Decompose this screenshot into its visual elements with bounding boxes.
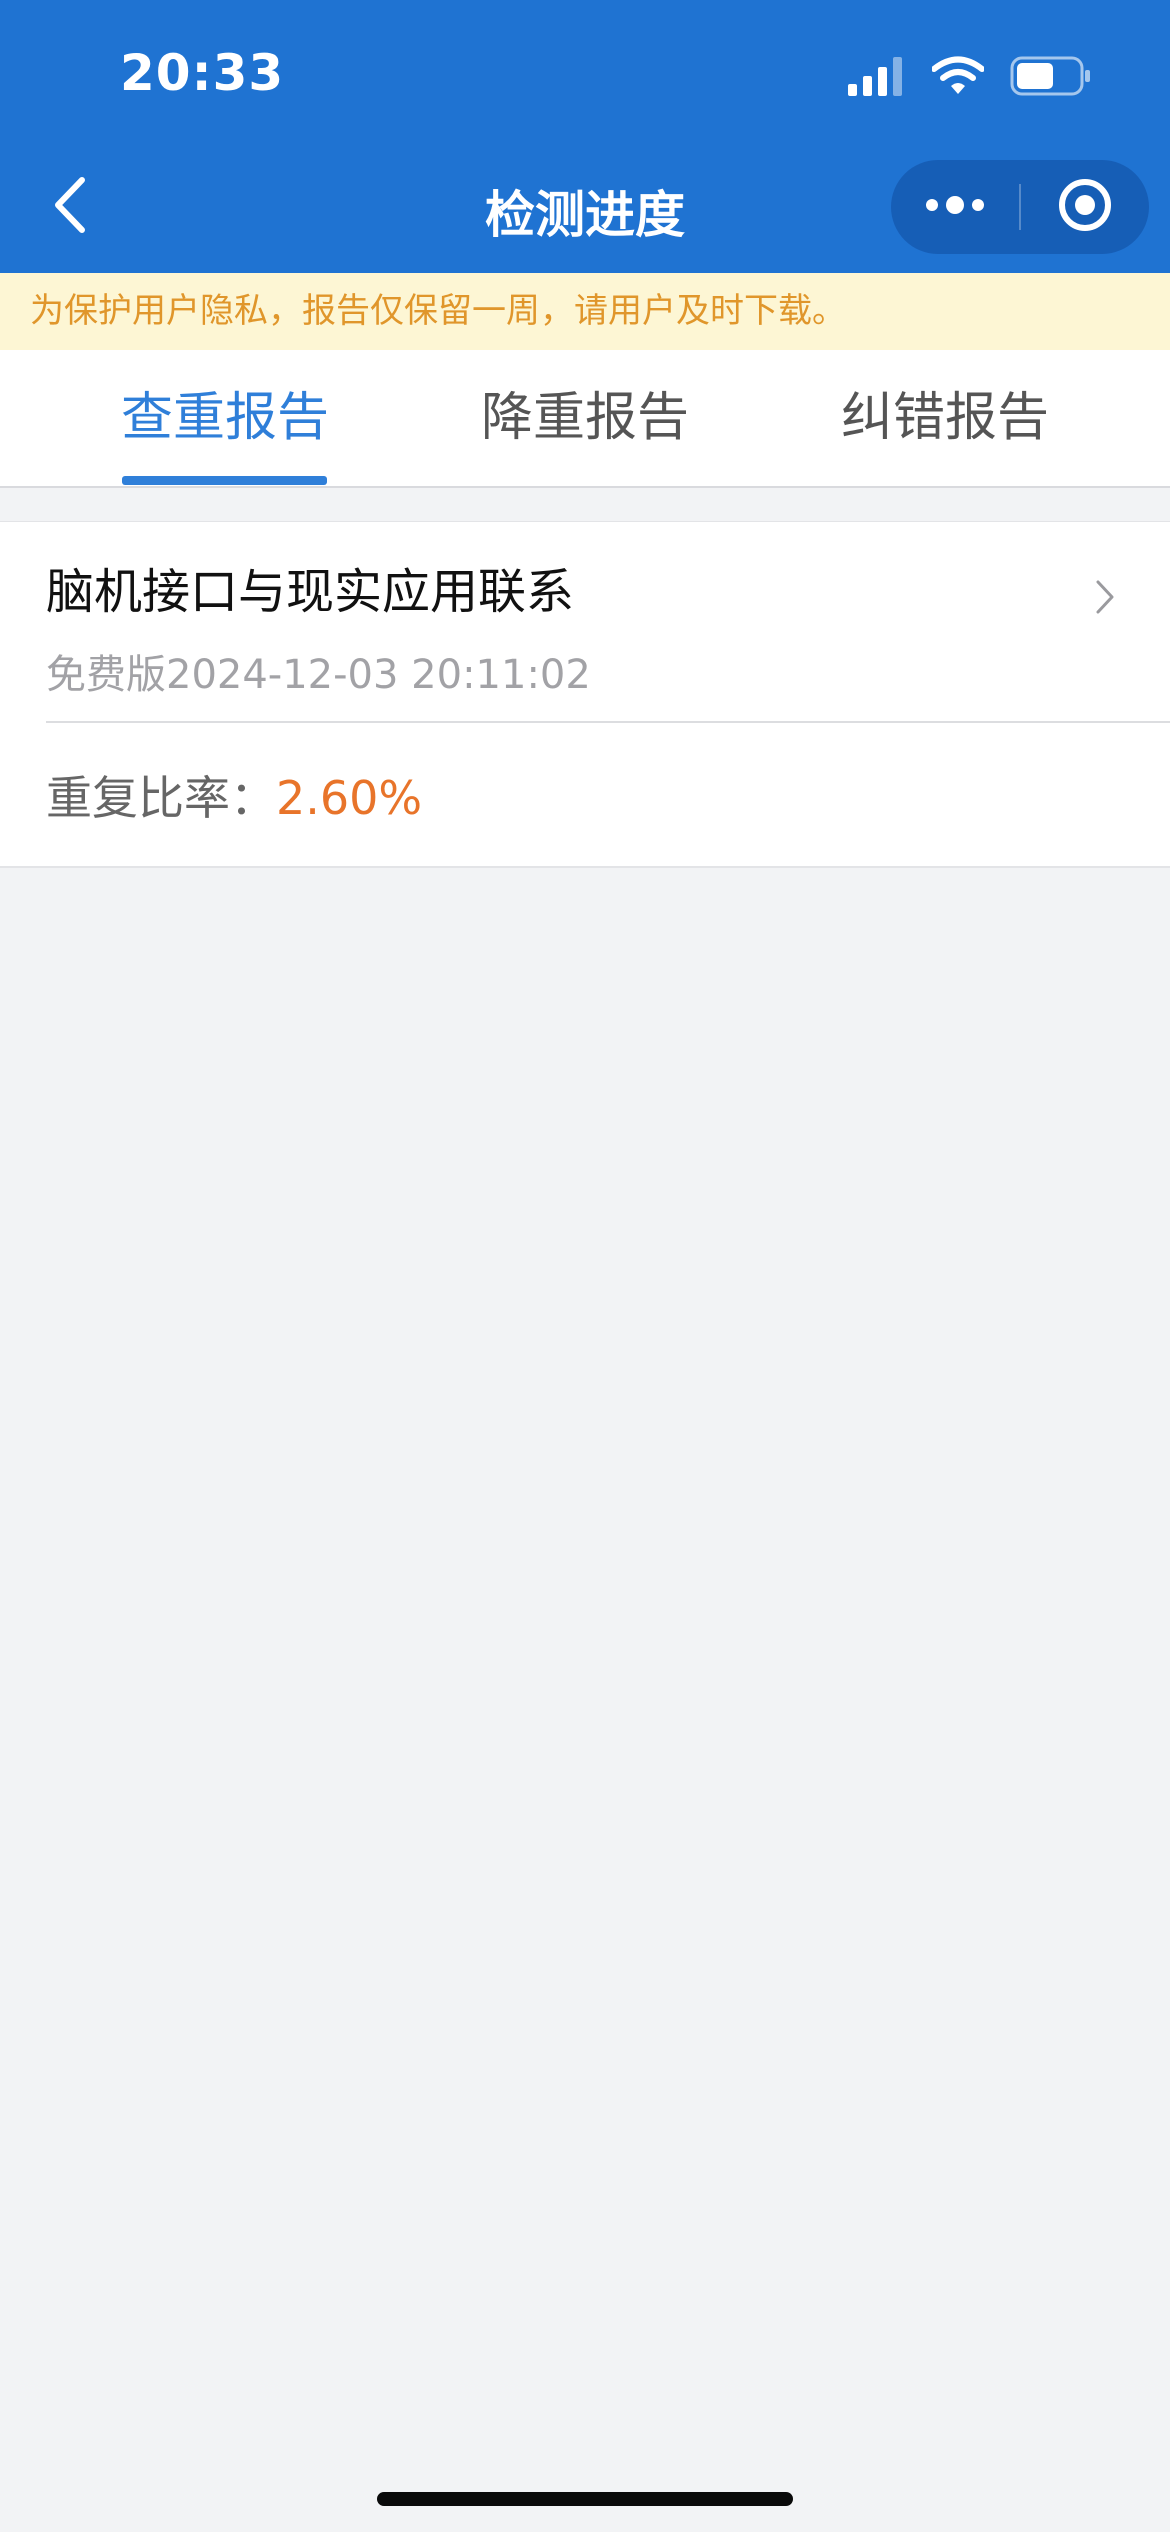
rate-value: 2.60% bbox=[276, 771, 423, 825]
more-dots-icon bbox=[924, 194, 986, 220]
rate-label: 重复比率： bbox=[46, 771, 276, 825]
report-tabs: 查重报告 降重报告 纠错报告 bbox=[0, 350, 1170, 488]
report-meta: 免费版2024-12-03 20:11:02 bbox=[46, 652, 591, 698]
status-icons bbox=[848, 56, 1092, 100]
battery-icon bbox=[1010, 55, 1092, 101]
close-mini-program-button[interactable] bbox=[1021, 160, 1149, 254]
tab-plagiarism-report[interactable]: 查重报告 bbox=[95, 350, 355, 486]
target-circle-icon bbox=[1057, 177, 1113, 237]
duplication-rate: 重复比率：2.60% bbox=[46, 762, 422, 828]
tab-reduction-report[interactable]: 降重报告 bbox=[455, 350, 715, 486]
tab-correction-report[interactable]: 纠错报告 bbox=[815, 350, 1075, 486]
status-time: 20:33 bbox=[120, 44, 285, 102]
home-indicator bbox=[377, 2492, 793, 2506]
report-card: 脑机接口与现实应用联系 免费版2024-12-03 20:11:02 重复比率：… bbox=[0, 521, 1170, 868]
app-header: 20:33 检测进度 bbox=[0, 0, 1170, 273]
mini-program-capsule bbox=[891, 160, 1149, 254]
cellular-signal-icon bbox=[848, 56, 906, 100]
card-divider bbox=[46, 721, 1170, 723]
chevron-right-icon bbox=[1092, 572, 1120, 622]
wifi-icon bbox=[931, 56, 985, 100]
privacy-notice: 为保护用户隐私，报告仅保留一周，请用户及时下载。 bbox=[0, 273, 1170, 350]
report-title: 脑机接口与现实应用联系 bbox=[46, 564, 575, 620]
report-card-header[interactable]: 脑机接口与现实应用联系 免费版2024-12-03 20:11:02 bbox=[0, 522, 1170, 722]
more-button[interactable] bbox=[891, 160, 1019, 254]
active-tab-indicator bbox=[122, 476, 327, 485]
